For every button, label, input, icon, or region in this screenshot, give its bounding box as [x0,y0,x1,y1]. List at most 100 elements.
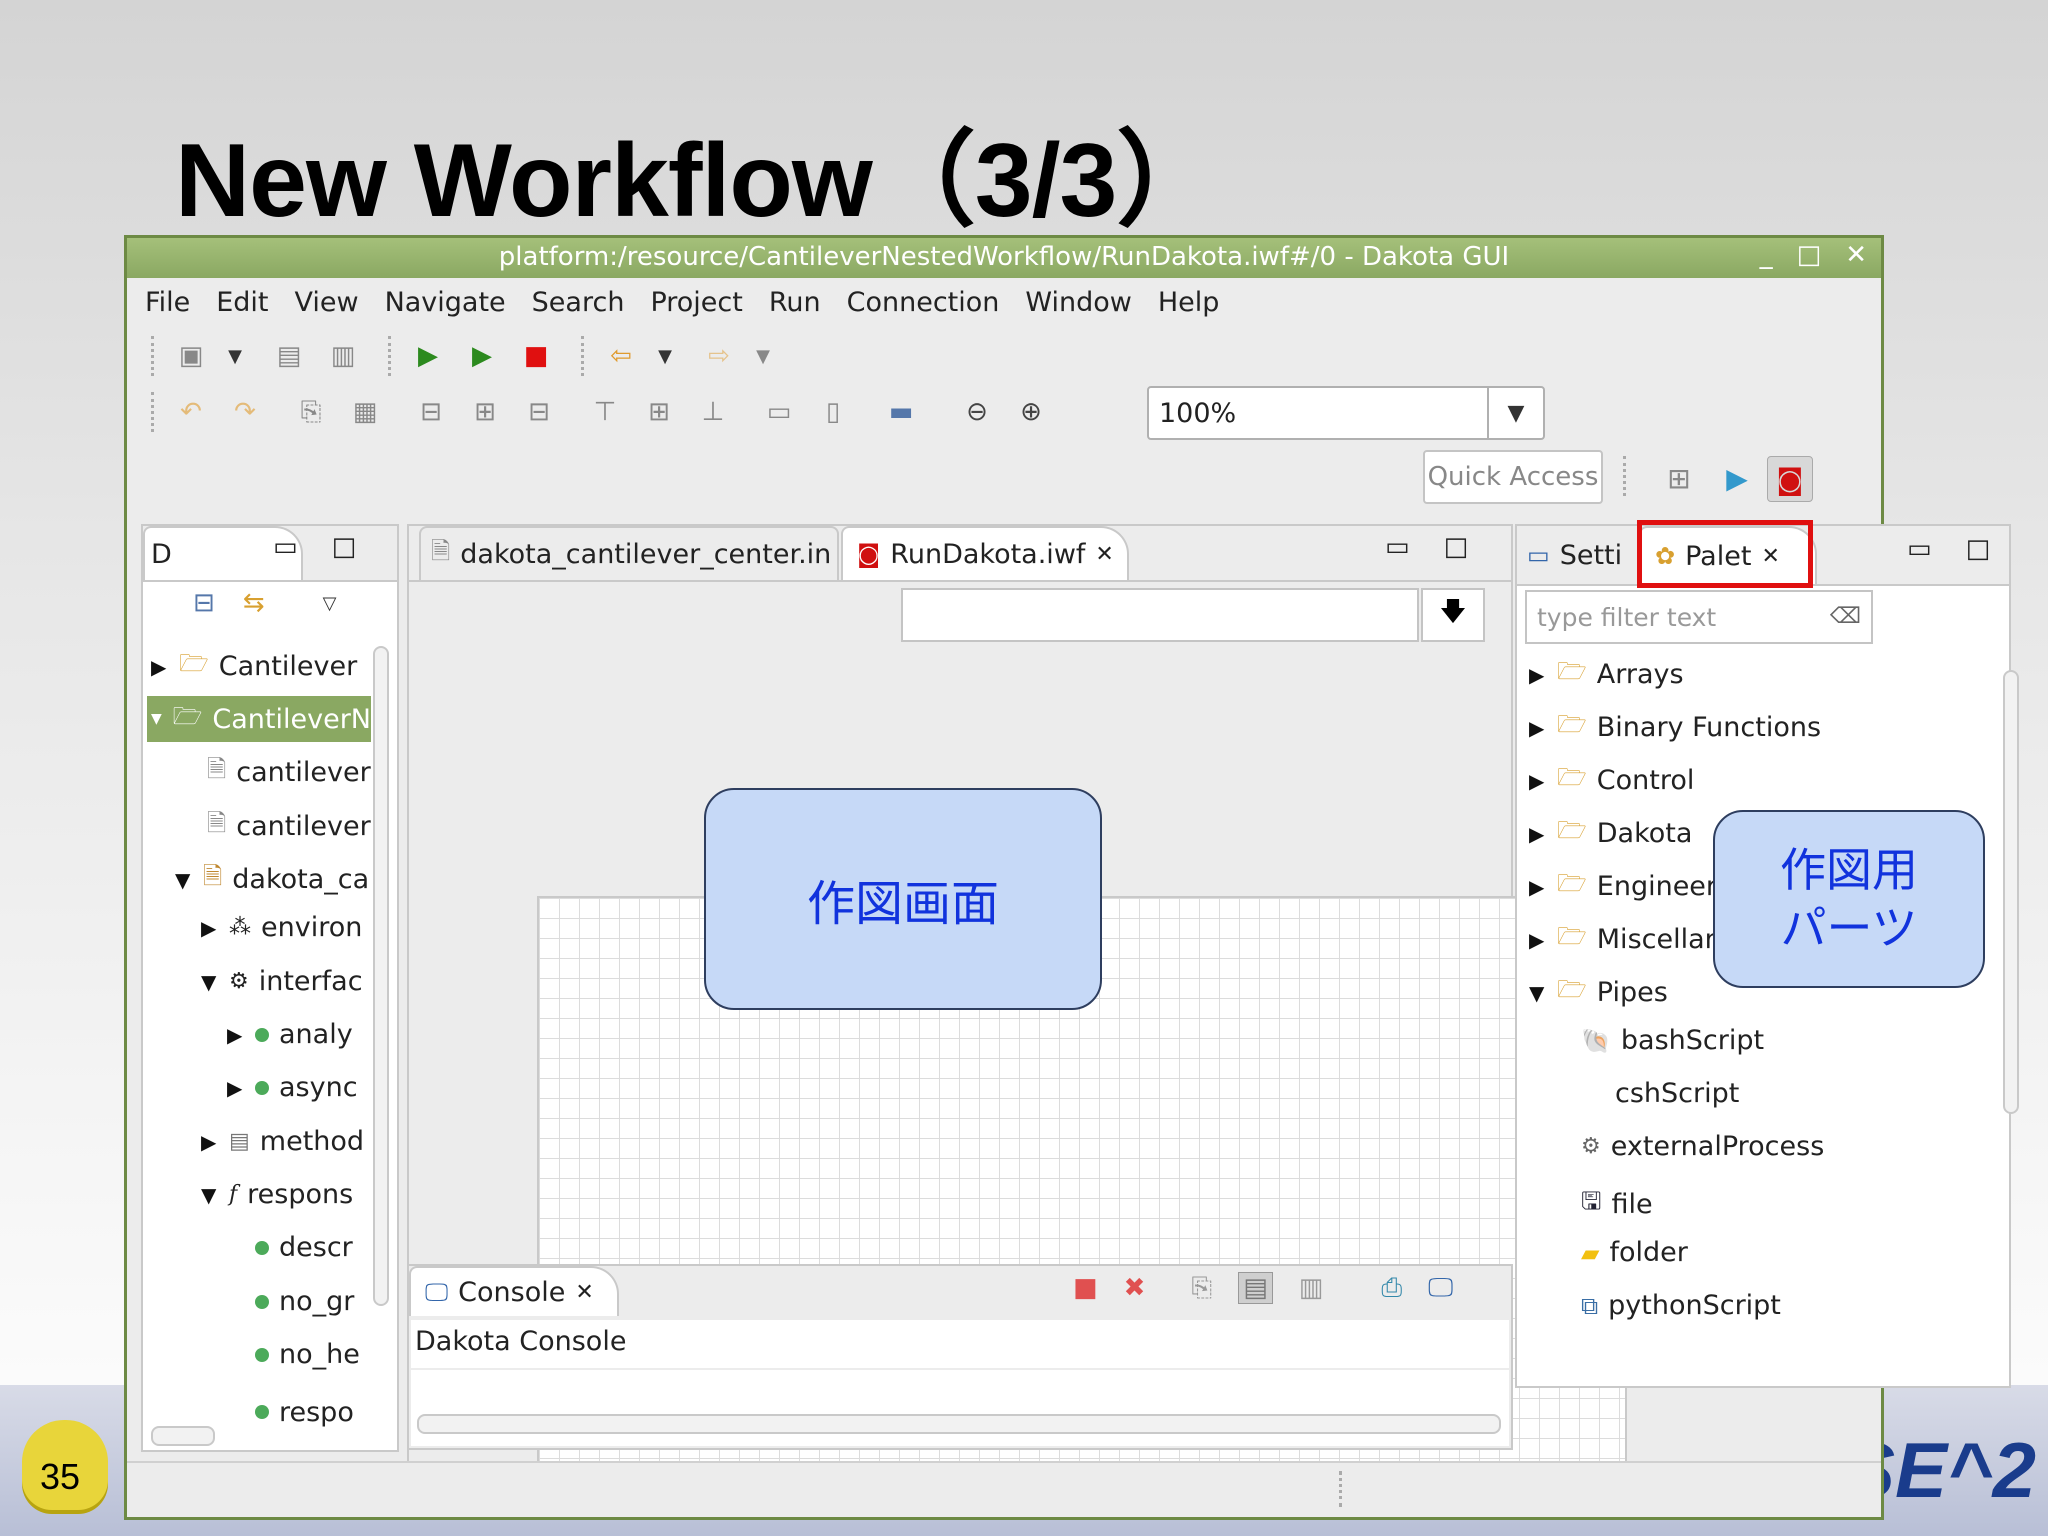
new-icon[interactable]: ▣ [170,335,212,377]
save-icon[interactable]: ▤ [268,335,310,377]
expand-icon[interactable]: ▶ [1529,928,1547,952]
maximize-icon[interactable]: □ [332,532,357,562]
expand-icon[interactable]: ▶ [1529,822,1547,846]
palette-category[interactable]: ▶ 🗁 Arrays [1529,654,1684,695]
chevron-down-icon[interactable]: ▼ [742,335,784,377]
palette-tool[interactable]: ▰ folder [1581,1237,1688,1268]
minimize-icon[interactable]: ▭ [1385,532,1410,562]
display-console-icon[interactable]: 🖵 [1428,1273,1453,1304]
close-icon[interactable]: ✕ [1095,542,1113,567]
menu-edit[interactable]: Edit [216,280,268,326]
expand-icon[interactable]: ▶ [201,1130,219,1154]
close-button[interactable]: ✕ [1845,240,1867,270]
tree-item[interactable]: 🗎 cantilever [207,806,371,847]
palette-filter-input[interactable]: type filter text ⌫ [1525,590,1873,644]
expand-icon[interactable]: ▶ [1529,769,1547,793]
collapse-icon[interactable]: ▼ [201,970,219,994]
expand-icon[interactable]: ▶ [201,916,219,940]
clear-filter-icon[interactable]: ⌫ [1830,604,1861,629]
link-editor-icon[interactable]: ⇆ [243,588,265,618]
maximize-icon[interactable]: □ [1966,534,1991,564]
palette-tool[interactable]: 🖫 file [1581,1184,1653,1225]
zoom-out-icon[interactable]: ⊖ [956,391,998,433]
collapse-icon[interactable]: ▼ [1529,981,1547,1005]
maximize-icon[interactable]: □ [1444,532,1469,562]
palette-category[interactable]: ▶ 🗁 Binary Functions [1529,707,1821,748]
align-top-icon[interactable]: ⊤ [584,391,626,433]
tree-item[interactable]: no_he [255,1339,371,1370]
collapse-icon[interactable]: ▼ [151,711,163,727]
palette-tool[interactable]: ⚙ externalProcess [1581,1131,1824,1162]
minimize-icon[interactable]: ▭ [1907,534,1932,564]
menu-file[interactable]: File [145,280,190,326]
undo-icon[interactable]: ↶ [170,391,212,433]
close-icon[interactable]: ✕ [575,1280,593,1305]
open-perspective-icon[interactable]: ⊞ [1657,456,1701,500]
paste-icon[interactable]: ▦ [344,391,386,433]
tree-item[interactable]: ▶ ⁂ environ [201,912,371,943]
tree-item[interactable]: ▶ analy [227,1019,371,1050]
menu-view[interactable]: View [294,280,358,326]
palette-scrollbar[interactable] [2003,670,2019,1114]
save-all-icon[interactable]: ▥ [322,335,364,377]
menu-search[interactable]: Search [532,280,625,326]
debug-perspective-icon[interactable]: ▶ [1715,456,1759,500]
run-alt-icon[interactable]: ▶ [461,335,503,377]
minimize-icon[interactable]: ▭ [273,532,298,562]
align-center-icon[interactable]: ⊞ [464,391,506,433]
remove-launch-icon[interactable]: ✖ [1124,1273,1146,1303]
maximize-button[interactable]: □ [1797,240,1822,270]
tree-item[interactable]: respo [255,1392,371,1432]
workflow-perspective-icon[interactable]: ◙ [1767,456,1813,502]
console-hscrollbar[interactable] [417,1414,1501,1434]
console-output[interactable] [411,1370,1509,1446]
forward-icon[interactable]: ⇨ [698,335,740,377]
scroll-lock-icon[interactable]: ▤ [1238,1272,1273,1304]
layout-icon[interactable]: ▬ [880,391,922,433]
match-height-icon[interactable]: ▯ [812,391,854,433]
expand-icon[interactable]: ▶ [151,655,169,679]
expand-icon[interactable]: ▶ [227,1076,245,1100]
collapse-icon[interactable]: ▼ [201,1183,219,1207]
palette-category[interactable]: ▶ 🗁 Engineeri [1529,866,1725,907]
tree-item[interactable]: ▶ async [227,1072,371,1103]
tree-item[interactable]: ▼ f respons [201,1179,371,1210]
align-bottom-icon[interactable]: ⊥ [692,391,734,433]
tree-item[interactable]: descr [255,1232,371,1263]
back-icon[interactable]: ⇦ [600,335,642,377]
chevron-down-icon[interactable]: ▼ [214,335,256,377]
expand-icon[interactable]: ▶ [1529,875,1547,899]
palette-category[interactable]: ▼ 🗁 Pipes [1529,972,1668,1013]
terminate-icon[interactable]: ■ [1073,1273,1098,1303]
tree-item-selected[interactable]: ▼ 🗁 CantileverN [147,696,371,742]
align-middle-icon[interactable]: ⊞ [638,391,680,433]
chevron-down-icon[interactable]: ▼ [644,335,686,377]
pin-console-icon[interactable]: ⎙ [1381,1273,1402,1304]
tree-item[interactable]: no_gr [255,1286,371,1317]
palette-category[interactable]: ▶ 🗁 Miscellan [1529,919,1722,960]
redo-icon[interactable]: ↷ [224,391,266,433]
zoom-combo[interactable]: 100% ▼ [1147,386,1545,440]
navigator-hscrollbar[interactable] [151,1426,215,1446]
view-menu-icon[interactable]: ▽ [323,593,337,614]
palette-category[interactable]: ▶ 🗁 Control [1529,760,1694,801]
menu-help[interactable]: Help [1158,280,1220,326]
align-right-icon[interactable]: ⊟ [518,391,560,433]
collapse-all-icon[interactable]: ⊟ [193,588,215,618]
tree-item[interactable]: ▼ ⚙ interfac [201,966,371,997]
tree-item[interactable]: ▶ 🗁 Cantilever [151,646,357,687]
download-icon[interactable]: 🡇 [1421,588,1485,642]
match-width-icon[interactable]: ▭ [758,391,800,433]
palette-tool[interactable]: cshScript [1581,1078,1739,1109]
run-icon[interactable]: ▶ [407,335,449,377]
window-titlebar[interactable]: platform:/resource/CantileverNestedWorkf… [127,238,1881,278]
palette-tool[interactable]: 🐚 bashScript [1581,1025,1764,1056]
minimize-button[interactable]: _ [1760,240,1773,270]
tree-item[interactable]: 🗎 cantilever [207,752,371,793]
menu-window[interactable]: Window [1025,280,1131,326]
tab-rundakota-iwf[interactable]: ◙ RunDakota.iwf ✕ [841,526,1129,580]
tab-dakota-cantilever-center[interactable]: 🗎 dakota_cantilever_center.in [419,526,839,580]
menu-navigate[interactable]: Navigate [385,280,506,326]
copy-icon[interactable]: ⎘ [290,391,332,433]
tree-item[interactable]: ▼ 🗎 dakota_ca [175,859,371,900]
